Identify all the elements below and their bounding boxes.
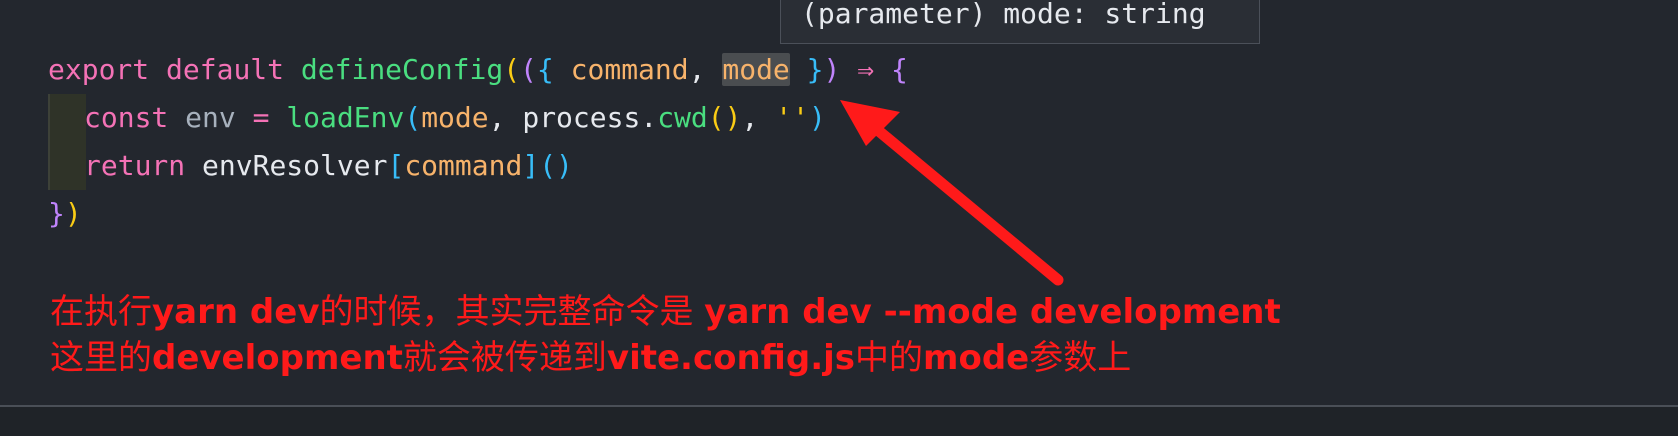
arg-mode: mode	[421, 101, 489, 134]
code-line-4[interactable]: })	[48, 194, 82, 234]
comma: ,	[688, 53, 706, 86]
function-defineConfig: defineConfig	[300, 53, 504, 86]
paren: (	[503, 53, 521, 86]
annotation-text: 就会被传递到	[402, 338, 607, 378]
variable-env: env	[185, 101, 236, 134]
code-editor[interactable]: export default defineConfig(({ command, …	[0, 0, 1678, 406]
keyword-export: export	[48, 53, 150, 86]
annotation-text: 中的	[855, 338, 924, 378]
brace: {	[890, 53, 908, 86]
code-line-2[interactable]: const env = loadEnv(mode, process.cwd(),…	[84, 98, 826, 138]
annotation-bold: yarn dev --mode development	[704, 292, 1281, 332]
code-line-3[interactable]: return envResolver[command]()	[84, 146, 573, 186]
arrow-operator: ⇒	[857, 53, 875, 86]
paren: )	[64, 197, 82, 230]
annotation-bold: yarn dev	[152, 292, 320, 332]
bracket: [	[387, 149, 405, 182]
call-parens: ()	[539, 149, 573, 182]
code-line-1[interactable]: export default defineConfig(({ command, …	[48, 50, 908, 90]
brace: }	[806, 53, 824, 86]
indent-guide	[48, 94, 86, 190]
comma: ,	[488, 101, 506, 134]
annotation-text: 这里的	[50, 338, 152, 378]
param-command: command	[570, 53, 689, 86]
hover-tooltip: (parameter) mode: string	[780, 0, 1260, 44]
annotation-bold: development	[152, 338, 403, 378]
annotation-text: 参数上	[1029, 338, 1132, 378]
annotation-text: 在执行	[50, 292, 152, 332]
keyword-default: default	[166, 53, 285, 86]
paren: )	[808, 101, 826, 134]
function-cwd: cwd	[657, 101, 708, 134]
object-envResolver: envResolver	[202, 149, 388, 182]
bottom-panel	[0, 407, 1678, 436]
comma: ,	[741, 101, 759, 134]
brace: }	[48, 197, 65, 230]
call-parens: ()	[707, 101, 742, 134]
annotation-line-1: 在执行yarn dev的时候，其实完整命令是 yarn dev --mode d…	[50, 290, 1281, 334]
param-command: command	[404, 149, 523, 182]
keyword-const: const	[84, 101, 169, 134]
paren: )	[823, 53, 841, 86]
paren: (	[404, 101, 422, 134]
function-loadEnv: loadEnv	[286, 101, 405, 134]
paren: (	[520, 53, 537, 86]
brace: {	[536, 53, 554, 86]
annotation-line-2: 这里的development就会被传递到vite.config.js中的mode…	[50, 336, 1131, 380]
annotation-bold: vite.config.js	[606, 338, 856, 378]
dot: .	[640, 101, 658, 134]
bracket: ]	[522, 149, 540, 182]
equals-operator: =	[252, 101, 270, 134]
param-mode-highlighted[interactable]: mode	[722, 53, 790, 86]
object-process: process	[522, 101, 641, 134]
keyword-return: return	[84, 149, 186, 182]
annotation-bold: mode	[923, 338, 1030, 378]
string-literal: ''	[775, 101, 809, 134]
annotation-text: 的时候，其实完整命令是	[319, 292, 705, 332]
